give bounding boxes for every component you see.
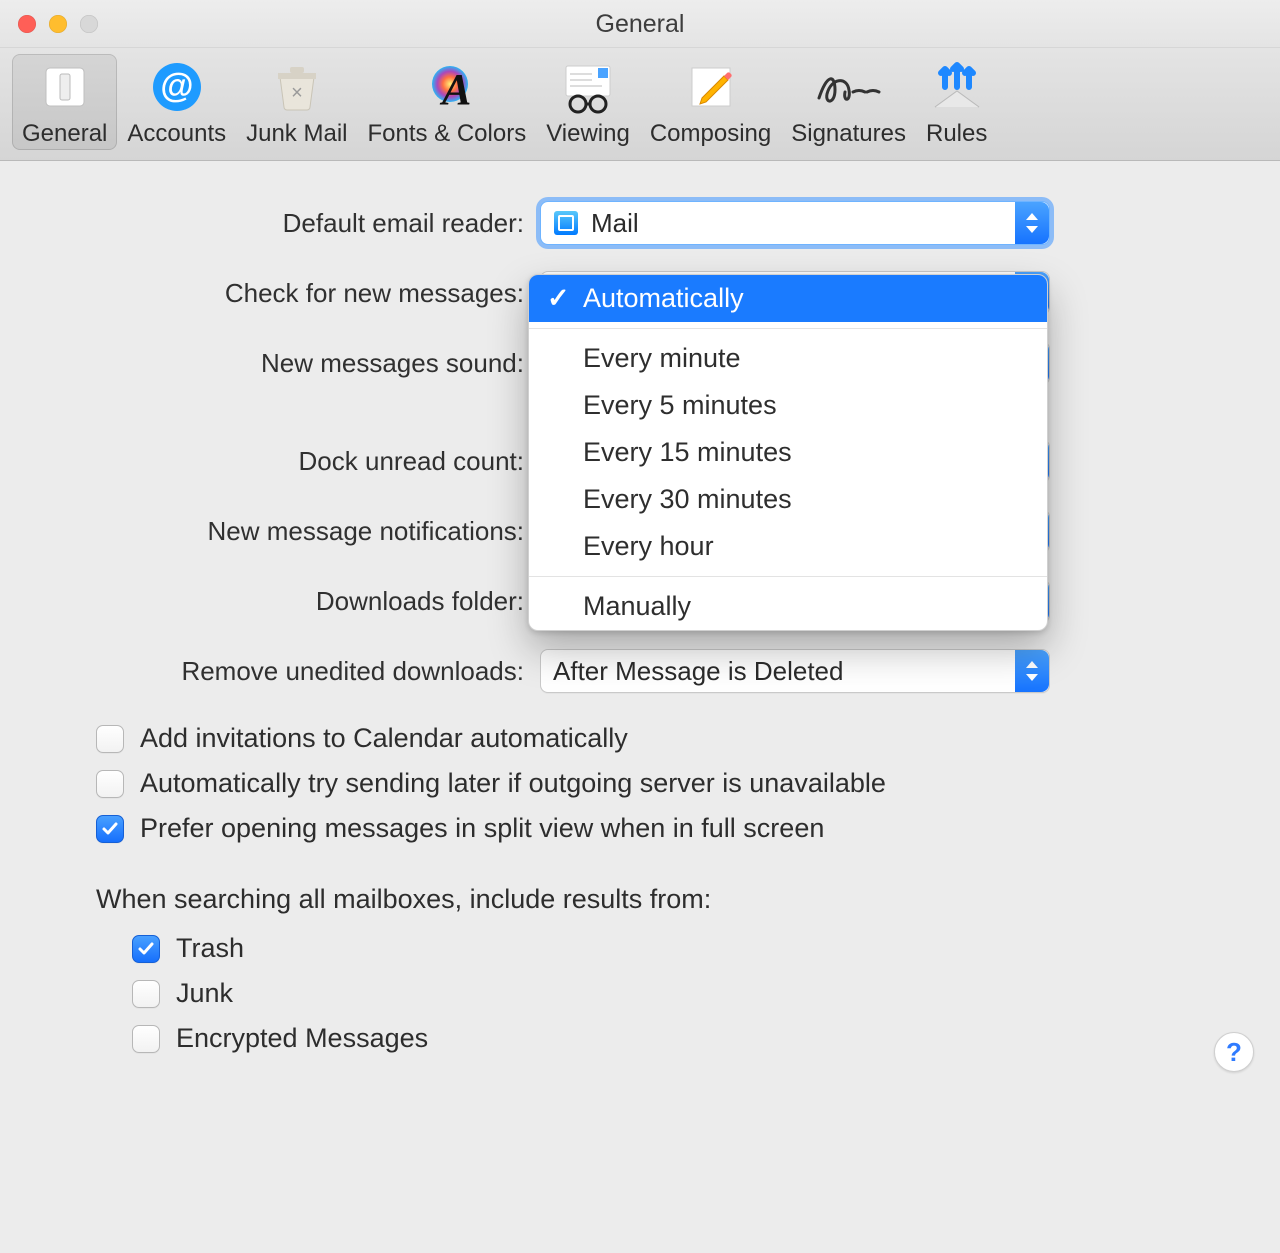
updown-stepper-icon xyxy=(1015,202,1049,244)
auto-retry-checkbox[interactable] xyxy=(96,770,124,798)
svg-text:@: @ xyxy=(160,67,193,105)
rules-icon xyxy=(929,58,985,116)
titlebar: General xyxy=(0,0,1280,48)
new-sound-label: New messages sound: xyxy=(0,348,540,379)
tab-label: Junk Mail xyxy=(246,120,347,148)
auto-retry-label: Automatically try sending later if outgo… xyxy=(140,768,886,799)
updown-stepper-icon xyxy=(1015,650,1049,692)
remove-downloads-label: Remove unedited downloads: xyxy=(0,656,540,687)
menu-separator xyxy=(529,328,1047,329)
split-view-label: Prefer opening messages in split view wh… xyxy=(140,813,824,844)
add-invites-label: Add invitations to Calendar automaticall… xyxy=(140,723,628,754)
default-reader-label: Default email reader: xyxy=(0,208,540,239)
tab-viewing[interactable]: Viewing xyxy=(536,54,640,150)
tab-label: Accounts xyxy=(127,120,226,148)
svg-text:×: × xyxy=(291,82,303,104)
tab-label: Signatures xyxy=(791,120,906,148)
menu-separator xyxy=(529,576,1047,577)
glasses-icon xyxy=(558,58,618,116)
search-encrypted-checkbox[interactable] xyxy=(132,1025,160,1053)
check-messages-menu: Automatically Every minute Every 5 minut… xyxy=(528,274,1048,631)
signature-icon xyxy=(813,58,885,116)
check-messages-label: Check for new messages: xyxy=(0,278,540,309)
menu-item-every-5-minutes[interactable]: Every 5 minutes xyxy=(529,382,1047,429)
split-view-checkbox[interactable] xyxy=(96,815,124,843)
tab-label: Viewing xyxy=(546,120,630,148)
tab-signatures[interactable]: Signatures xyxy=(781,54,916,150)
remove-downloads-value: After Message is Deleted xyxy=(553,656,843,687)
tab-junk-mail[interactable]: × Junk Mail xyxy=(236,54,357,150)
at-icon: @ xyxy=(151,58,203,116)
tab-fonts-colors[interactable]: A Fonts & Colors xyxy=(357,54,536,150)
help-icon: ? xyxy=(1226,1037,1242,1068)
dock-unread-label: Dock unread count: xyxy=(0,446,540,477)
default-reader-value: Mail xyxy=(591,208,639,239)
notifications-label: New message notifications: xyxy=(0,516,540,547)
downloads-folder-label: Downloads folder: xyxy=(0,586,540,617)
tab-composing[interactable]: Composing xyxy=(640,54,781,150)
menu-item-every-minute[interactable]: Every minute xyxy=(529,335,1047,382)
mail-app-icon xyxy=(553,210,579,236)
search-encrypted-label: Encrypted Messages xyxy=(176,1023,428,1054)
menu-item-every-30-minutes[interactable]: Every 30 minutes xyxy=(529,476,1047,523)
search-section-heading: When searching all mailboxes, include re… xyxy=(96,884,1280,915)
switch-icon xyxy=(40,58,90,116)
search-junk-label: Junk xyxy=(176,978,233,1009)
help-button[interactable]: ? xyxy=(1214,1032,1254,1072)
search-trash-label: Trash xyxy=(176,933,244,964)
search-junk-checkbox[interactable] xyxy=(132,980,160,1008)
tab-label: Fonts & Colors xyxy=(367,120,526,148)
menu-item-every-hour[interactable]: Every hour xyxy=(529,523,1047,570)
tab-label: General xyxy=(22,120,107,148)
menu-item-every-15-minutes[interactable]: Every 15 minutes xyxy=(529,429,1047,476)
window-title: General xyxy=(0,0,1280,48)
tab-general[interactable]: General xyxy=(12,54,117,150)
tab-accounts[interactable]: @ Accounts xyxy=(117,54,236,150)
tab-rules[interactable]: Rules xyxy=(916,54,997,150)
menu-item-automatically[interactable]: Automatically xyxy=(529,275,1047,322)
add-invites-checkbox[interactable] xyxy=(96,725,124,753)
preferences-toolbar: General @ Accounts × Junk Mail A Fonts &… xyxy=(0,48,1280,161)
trash-icon: × xyxy=(270,58,324,116)
fonts-icon: A xyxy=(420,58,474,116)
remove-downloads-popup[interactable]: After Message is Deleted xyxy=(540,649,1050,693)
tab-label: Rules xyxy=(926,120,987,148)
menu-item-manually[interactable]: Manually xyxy=(529,583,1047,630)
pencil-icon xyxy=(684,58,738,116)
search-trash-checkbox[interactable] xyxy=(132,935,160,963)
general-pane: Default email reader: Mail Check for new… xyxy=(0,161,1280,1098)
default-reader-popup[interactable]: Mail xyxy=(540,201,1050,245)
svg-text:A: A xyxy=(439,65,471,114)
tab-label: Composing xyxy=(650,120,771,148)
